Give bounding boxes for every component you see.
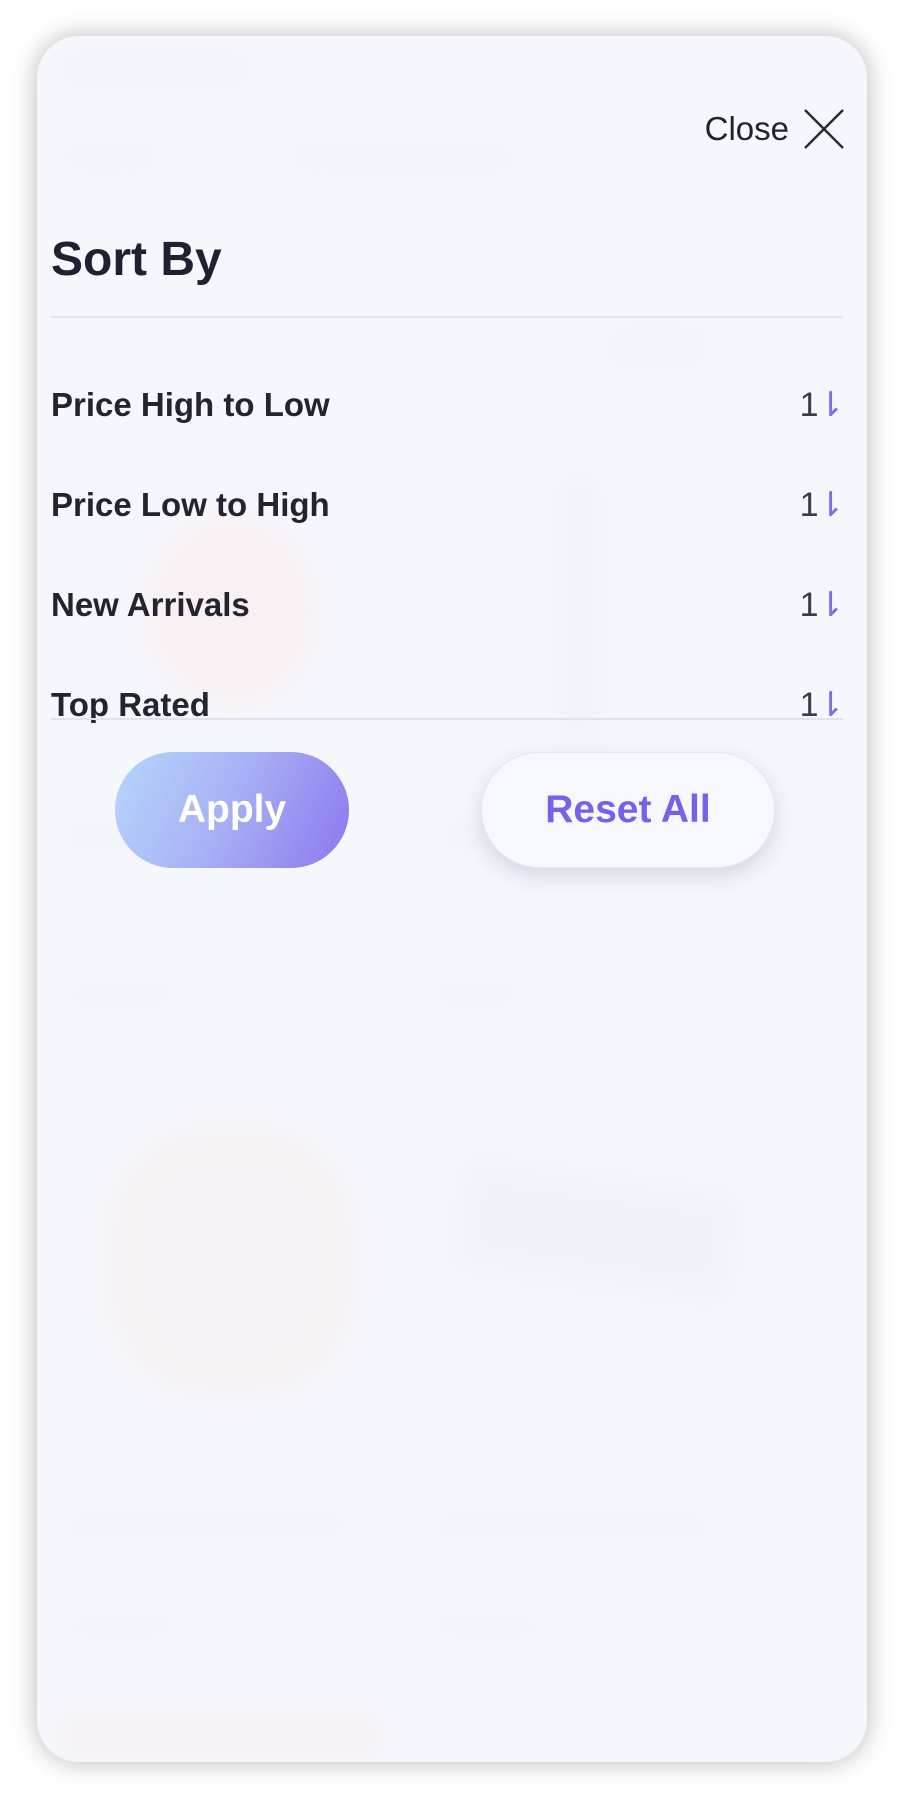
apply-button[interactable]: Apply xyxy=(115,752,349,868)
close-icon xyxy=(803,108,845,150)
sort-option-price-high-to-low[interactable]: Price High to Low 1⇂ xyxy=(51,360,845,450)
reset-all-button[interactable]: Reset All xyxy=(481,752,775,868)
sort-option-label: Price High to Low xyxy=(51,386,330,423)
sort-option-label: New Arrivals xyxy=(51,586,250,623)
bottom-divider xyxy=(51,718,843,720)
close-label: Close xyxy=(704,110,789,147)
phone-frame: Close Sort By Price High to Low 1⇂ Price… xyxy=(37,36,867,1762)
top-divider xyxy=(51,316,843,318)
close-button[interactable]: Close xyxy=(705,108,845,150)
sort-sheet: Close Sort By Price High to Low 1⇂ Price… xyxy=(37,36,867,1762)
page-title: Sort By xyxy=(51,233,222,286)
sort-option-label: Price Low to High xyxy=(51,486,330,523)
sort-option-price-low-to-high[interactable]: Price Low to High 1⇂ xyxy=(51,460,845,550)
sort-icon: 1⇂ xyxy=(799,386,845,424)
sort-icon: 1⇂ xyxy=(799,586,845,624)
sort-option-top-rated[interactable]: Top Rated 1⇂ xyxy=(51,660,845,750)
sort-option-new-arrivals[interactable]: New Arrivals 1⇂ xyxy=(51,560,845,650)
sort-icon: 1⇂ xyxy=(799,486,845,524)
